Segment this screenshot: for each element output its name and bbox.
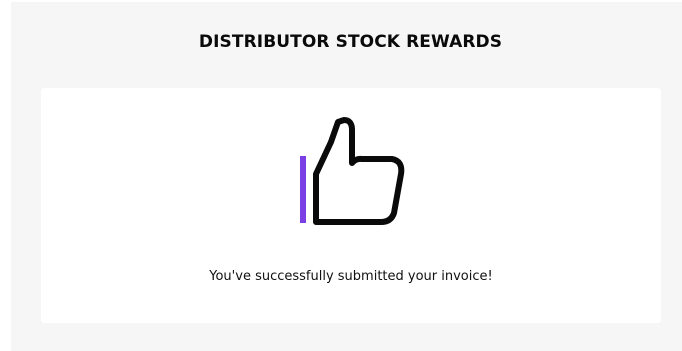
confirmation-card: You've successfully submitted your invoi… (41, 88, 661, 323)
thumbs-up-icon (297, 116, 407, 228)
accent-bar (300, 156, 306, 223)
page-title: DISTRIBUTOR STOCK REWARDS (198, 32, 503, 52)
success-message: You've successfully submitted your invoi… (209, 269, 493, 284)
